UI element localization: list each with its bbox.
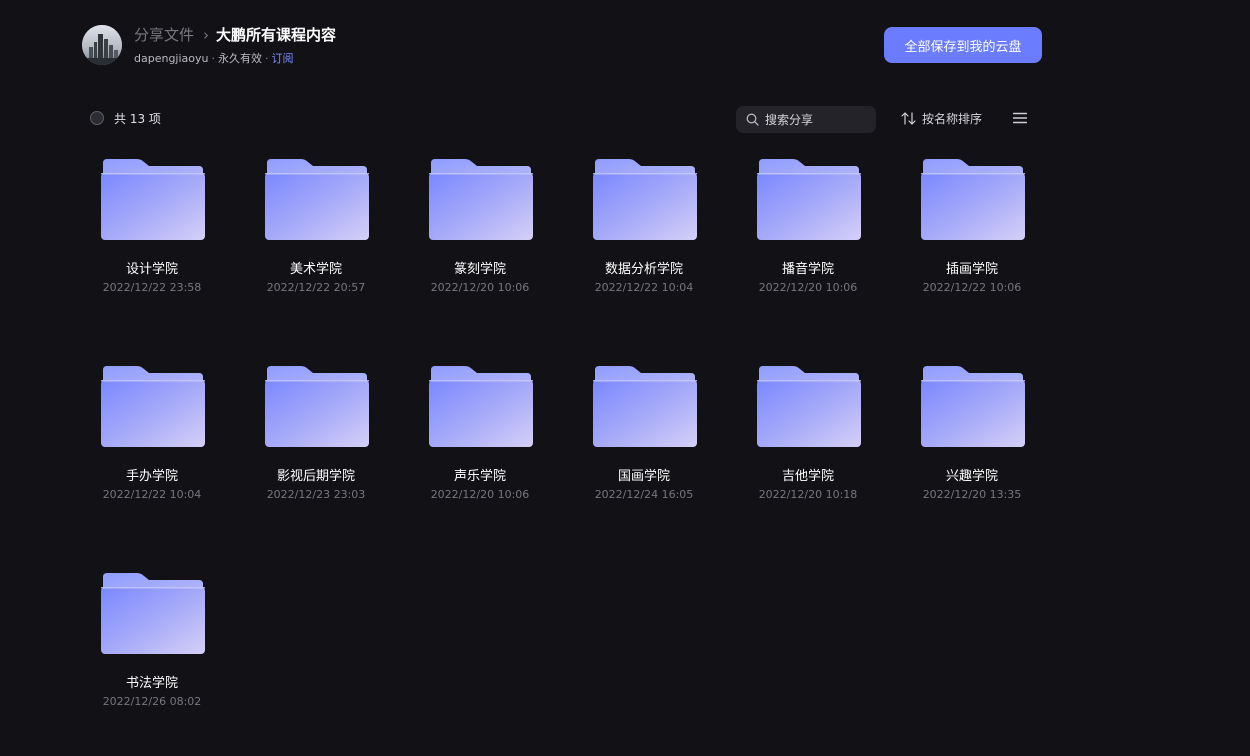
folder-date: 2022/12/22 23:58 (102, 281, 202, 294)
sort-label: 按名称排序 (922, 112, 983, 126)
folder-item[interactable]: 影视后期学院 2022/12/23 23:03 (234, 357, 398, 564)
separator-dot: · (211, 52, 216, 65)
folder-name: 设计学院 (125, 262, 178, 277)
folder-name: 书法学院 (125, 676, 178, 691)
search-input[interactable] (765, 112, 865, 127)
owner-name[interactable]: dapengjiaoyu (134, 52, 209, 65)
folder-icon (265, 159, 369, 240)
folder-item[interactable]: 数据分析学院 2022/12/22 10:04 (562, 150, 726, 357)
folder-item[interactable]: 声乐学院 2022/12/20 10:06 (398, 357, 562, 564)
chevron-right-icon: › (203, 25, 210, 44)
sort-arrows-icon (901, 112, 916, 125)
folder-date: 2022/12/20 10:06 (758, 281, 858, 294)
search-box[interactable] (736, 106, 876, 133)
folder-icon (265, 366, 369, 447)
folder-item[interactable]: 国画学院 2022/12/24 16:05 (562, 357, 726, 564)
folder-date: 2022/12/20 13:35 (922, 488, 1022, 501)
folder-name: 篆刻学院 (453, 262, 506, 277)
folder-icon (429, 159, 533, 240)
sort-button[interactable]: 按名称排序 (901, 110, 982, 127)
folder-date: 2022/12/20 10:18 (758, 488, 858, 501)
subscribe-link[interactable]: 订阅 (272, 52, 294, 65)
city-skyline-icon (82, 25, 122, 65)
folder-item[interactable]: 书法学院 2022/12/26 08:02 (70, 564, 234, 756)
folder-item[interactable]: 手办学院 2022/12/22 10:04 (70, 357, 234, 564)
folder-icon (593, 366, 697, 447)
folder-item[interactable]: 篆刻学院 2022/12/20 10:06 (398, 150, 562, 357)
folder-icon (757, 366, 861, 447)
folder-date: 2022/12/23 23:03 (266, 488, 366, 501)
folder-name: 国画学院 (617, 469, 670, 484)
validity-text: 永久有效 (218, 52, 262, 65)
folder-name: 声乐学院 (453, 469, 506, 484)
folder-item[interactable]: 设计学院 2022/12/22 23:58 (70, 150, 234, 357)
page-title: 大鹏所有课程内容 (216, 26, 337, 44)
folder-icon (101, 573, 205, 654)
folder-item[interactable]: 插画学院 2022/12/22 10:06 (890, 150, 1054, 357)
folder-date: 2022/12/22 10:06 (922, 281, 1022, 294)
folder-date: 2022/12/24 16:05 (594, 488, 694, 501)
folder-icon (101, 159, 205, 240)
folder-icon (593, 159, 697, 240)
folder-name: 手办学院 (125, 469, 178, 484)
folder-name: 美术学院 (289, 262, 342, 277)
save-all-button[interactable]: 全部保存到我的云盘 (884, 27, 1042, 63)
folder-date: 2022/12/22 10:04 (102, 488, 202, 501)
folder-icon (921, 159, 1025, 240)
folder-name: 兴趣学院 (945, 469, 998, 484)
folder-date: 2022/12/22 10:04 (594, 281, 694, 294)
search-icon (746, 113, 759, 126)
folder-date: 2022/12/20 10:06 (430, 281, 530, 294)
folder-icon (101, 366, 205, 447)
folder-item[interactable]: 播音学院 2022/12/20 10:06 (726, 150, 890, 357)
item-count: 共 13 项 (114, 112, 161, 126)
folder-name: 播音学院 (781, 262, 834, 277)
folder-icon (757, 159, 861, 240)
share-page: 分享文件 › 大鹏所有课程内容 dapengjiaoyu · 永久有效 · 订阅 全部保… (0, 0, 1250, 756)
folder-date: 2022/12/20 10:06 (430, 488, 530, 501)
avatar[interactable] (82, 25, 122, 65)
select-all-checkbox[interactable] (90, 111, 104, 125)
folder-name: 插画学院 (945, 262, 998, 277)
folder-item[interactable]: 美术学院 2022/12/22 20:57 (234, 150, 398, 357)
folder-date: 2022/12/22 20:57 (266, 281, 366, 294)
file-grid: 设计学院 2022/12/22 23:58 美术学院 2022/12/22 20:57… (70, 150, 1054, 756)
folder-name: 影视后期学院 (276, 469, 355, 484)
share-meta: dapengjiaoyu · 永久有效 · 订阅 (134, 50, 294, 66)
folder-item[interactable]: 吉他学院 2022/12/20 10:18 (726, 357, 890, 564)
list-view-icon[interactable] (1013, 112, 1027, 124)
folder-date: 2022/12/26 08:02 (102, 695, 202, 708)
folder-icon (921, 366, 1025, 447)
separator-dot: · (265, 52, 269, 65)
folder-name: 吉他学院 (781, 469, 834, 484)
folder-item[interactable]: 兴趣学院 2022/12/20 13:35 (890, 357, 1054, 564)
folder-name: 数据分析学院 (604, 262, 683, 277)
breadcrumb-parent[interactable]: 分享文件 (134, 24, 194, 45)
folder-icon (429, 366, 533, 447)
breadcrumb: 分享文件 › 大鹏所有课程内容 (134, 24, 336, 45)
